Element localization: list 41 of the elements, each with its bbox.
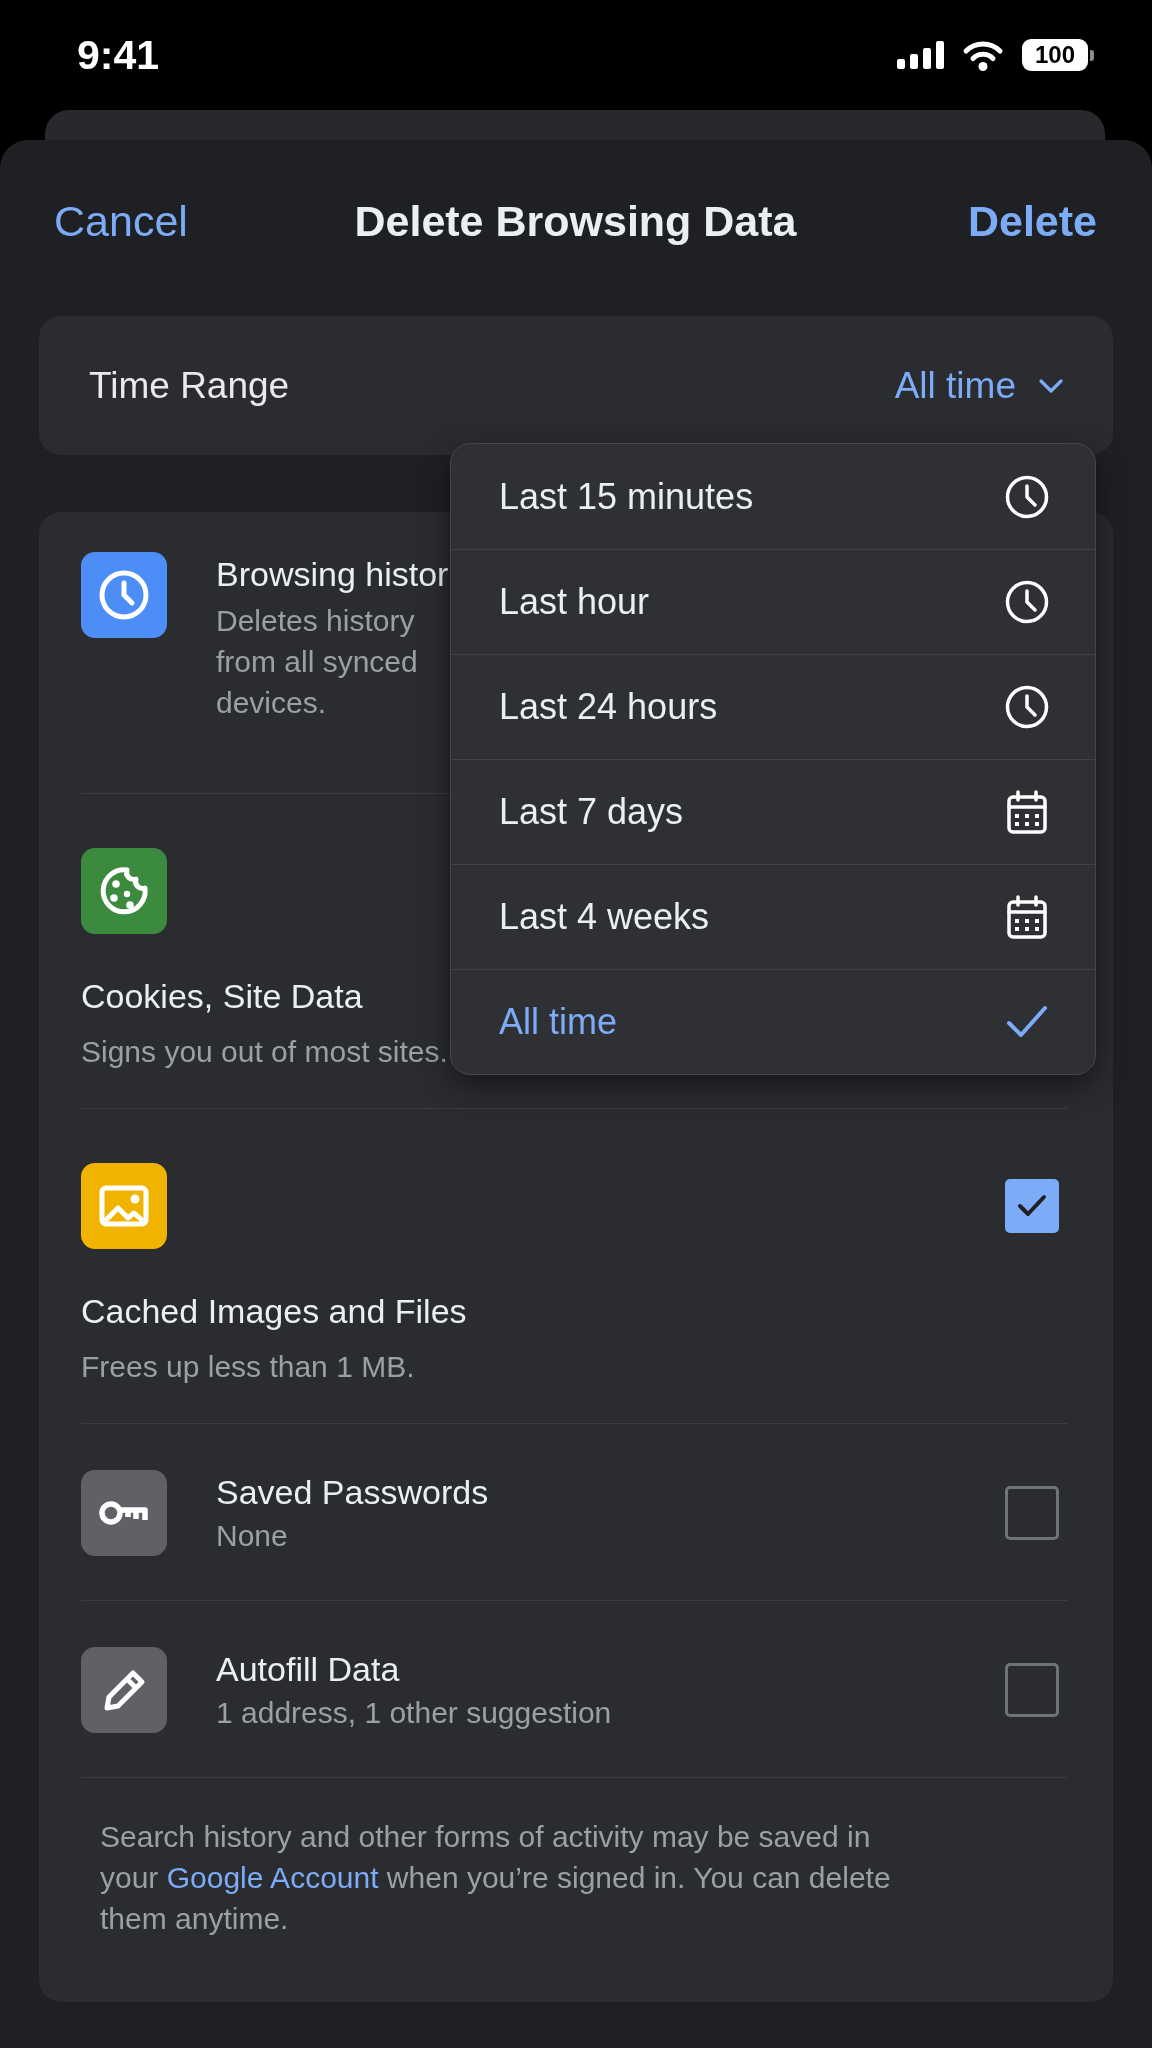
checkbox[interactable] bbox=[1005, 1179, 1059, 1233]
pencil-icon bbox=[81, 1647, 167, 1733]
status-time: 9:41 bbox=[77, 31, 160, 79]
calendar-icon bbox=[1005, 895, 1049, 939]
menu-item[interactable]: Last 4 weeks bbox=[451, 864, 1095, 969]
item-title: Cookies, Site Data bbox=[81, 976, 363, 1016]
item-subtitle: None bbox=[216, 1518, 288, 1554]
item-subtitle: Signs you out of most sites. bbox=[81, 1034, 448, 1070]
sheet-title: Delete Browsing Data bbox=[354, 196, 797, 246]
menu-item[interactable]: Last 7 days bbox=[451, 759, 1095, 864]
cookie-icon bbox=[81, 848, 167, 934]
item-subtitle: 1 address, 1 other suggestion bbox=[216, 1695, 612, 1731]
calendar-icon bbox=[1005, 790, 1049, 834]
item-title: Autofill Data bbox=[216, 1649, 400, 1689]
menu-item[interactable]: Last 24 hours bbox=[451, 654, 1095, 759]
item-title: Cached Images and Files bbox=[81, 1291, 467, 1331]
item-title: Browsing histor bbox=[216, 554, 449, 595]
checkbox[interactable] bbox=[1005, 1486, 1059, 1540]
clock-icon bbox=[1005, 474, 1049, 519]
checkbox[interactable] bbox=[1005, 1663, 1059, 1717]
clock-icon bbox=[1005, 580, 1049, 624]
battery-percent: 100 bbox=[1034, 43, 1075, 67]
time-range-dropdown[interactable]: All time bbox=[894, 364, 1064, 407]
key-icon bbox=[81, 1470, 167, 1556]
wifi-icon bbox=[962, 39, 1004, 71]
clock-icon bbox=[81, 552, 167, 638]
chevron-down-icon bbox=[1038, 377, 1064, 394]
google-account-link[interactable]: Google Account bbox=[166, 1861, 379, 1894]
item-title: Saved Passwords bbox=[216, 1472, 489, 1512]
clock-icon bbox=[1005, 685, 1049, 729]
cancel-button[interactable]: Cancel bbox=[54, 196, 188, 246]
menu-item[interactable]: Last 15 minutes bbox=[451, 444, 1095, 549]
time-range-label: Time Range bbox=[89, 364, 290, 407]
signal-icon bbox=[897, 41, 944, 69]
menu-item[interactable]: Last hour bbox=[451, 549, 1095, 654]
checkmark-icon bbox=[1017, 1194, 1047, 1218]
item-subtitle: Frees up less than 1 MB. bbox=[81, 1349, 415, 1385]
image-icon bbox=[81, 1163, 167, 1249]
delete-button[interactable]: Delete bbox=[967, 196, 1097, 246]
item-subtitle: Deletes history from all synced devices. bbox=[216, 603, 419, 721]
footer-note: Search history and other forms of activity may be saved in your Google Account when you’re signed in. You can delete them anytime. bbox=[100, 1819, 892, 1937]
